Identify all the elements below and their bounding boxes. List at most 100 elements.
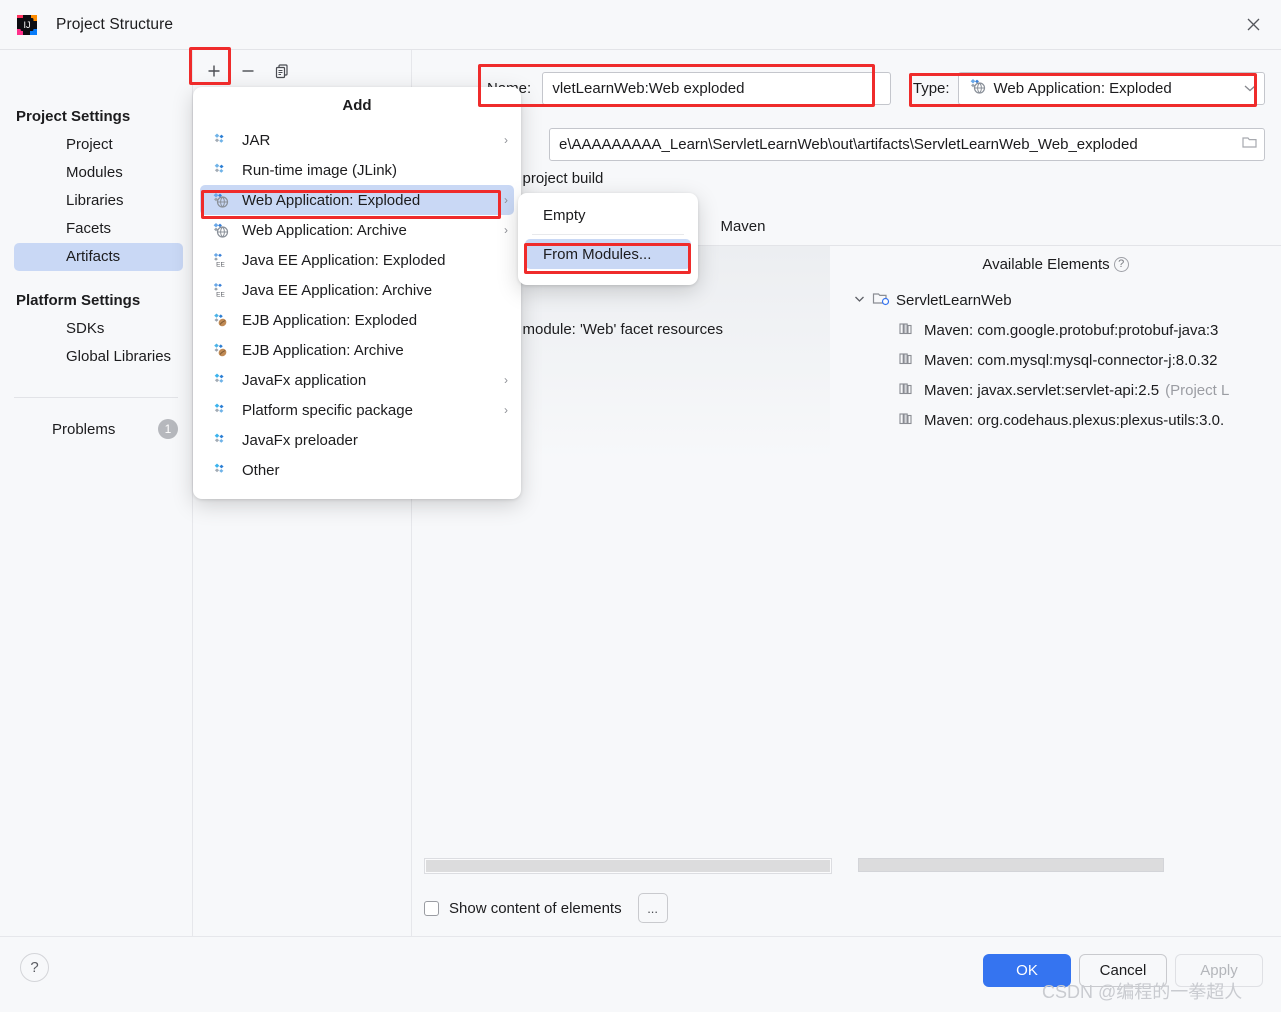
other-artifact-icon bbox=[212, 462, 234, 478]
svg-text:EE: EE bbox=[216, 292, 225, 299]
minus-icon[interactable] bbox=[231, 55, 265, 87]
available-elements-tree: ServletLearnWeb Maven: com.google.protob… bbox=[830, 273, 1281, 435]
menu-item-label: JAR bbox=[242, 131, 271, 149]
sidebar-item-artifacts[interactable]: Artifacts bbox=[14, 243, 183, 271]
folder-icon[interactable] bbox=[1241, 134, 1258, 154]
sidebar-item-project[interactable]: Project bbox=[14, 131, 183, 159]
menu-item-javafx-application[interactable]: JavaFx application › bbox=[200, 365, 514, 395]
plus-icon[interactable] bbox=[197, 55, 231, 87]
close-icon[interactable] bbox=[1225, 0, 1281, 48]
javafx-preloader-icon bbox=[212, 432, 234, 448]
menu-item-label: JavaFx application bbox=[242, 371, 367, 389]
tree-row[interactable]: Maven: org.codehaus.plexus:plexus-utils:… bbox=[830, 405, 1281, 435]
sidebar-item-libraries[interactable]: Libraries bbox=[14, 187, 183, 215]
artifact-name-input[interactable]: vletLearnWeb:Web exploded bbox=[542, 71, 891, 105]
chevron-right-icon: › bbox=[504, 133, 508, 147]
tab-maven[interactable]: Maven bbox=[720, 208, 765, 245]
output-directory-input[interactable]: е\AAAAAAAAA_Learn\ServletLearnWeb\out\ar… bbox=[549, 127, 1265, 161]
tree-node-label: Maven: javax.servlet:servlet-api:2.5 bbox=[924, 381, 1160, 399]
submenu-item-from-modules[interactable]: From Modules... bbox=[525, 239, 691, 269]
output-directory-row: tory: е\AAAAAAAAA_Learn\ServletLearnWeb\… bbox=[487, 126, 1265, 162]
artifact-type-value: Web Application: Exploded bbox=[993, 79, 1172, 97]
tree-row[interactable]: Maven: javax.servlet:servlet-api:2.5 (Pr… bbox=[830, 375, 1281, 405]
artifact-detail-panel: Name: vletLearnWeb:Web exploded Type: We… bbox=[411, 50, 1281, 936]
menu-item-ejb-application-exploded[interactable]: EJB Application: Exploded bbox=[200, 305, 514, 335]
chevron-right-icon: › bbox=[504, 193, 508, 207]
menu-item-javafx-preloader[interactable]: JavaFx preloader bbox=[200, 425, 514, 455]
menu-item-runtime-image-jlink[interactable]: Run-time image (JLink) bbox=[200, 155, 514, 185]
artifact-type-combobox[interactable]: Web Application: Exploded bbox=[957, 71, 1265, 105]
sidebar-divider bbox=[14, 397, 178, 398]
tree-row[interactable]: Maven: com.mysql:mysql-connector-j:8.0.3… bbox=[830, 345, 1281, 375]
menu-item-jar[interactable]: JAR › bbox=[200, 125, 514, 155]
jlink-artifact-icon bbox=[212, 162, 234, 178]
copy-icon[interactable] bbox=[265, 55, 299, 87]
title-bar: IJ Project Structure bbox=[0, 0, 1281, 50]
add-artifact-menu: Add JAR › Run-time image (JLink) Web App… bbox=[193, 87, 521, 499]
show-content-of-elements-checkbox-row[interactable]: Show content of elements bbox=[424, 900, 622, 917]
page-title: Project Structure bbox=[56, 15, 174, 33]
show-content-of-elements-label: Show content of elements bbox=[449, 899, 622, 917]
javafx-artifact-icon bbox=[212, 372, 234, 388]
question-circle-icon[interactable]: ? bbox=[1113, 257, 1129, 272]
more-options-button[interactable]: ... bbox=[637, 893, 668, 923]
submenu-item-label: From Modules... bbox=[543, 245, 652, 263]
javaee-exploded-icon: EE bbox=[212, 252, 234, 269]
sidebar-header-platform-settings: Platform Settings bbox=[16, 292, 141, 309]
tree-row[interactable]: Maven: com.google.protobuf:protobuf-java… bbox=[830, 315, 1281, 345]
available-elements-title-row: Available Elements ? bbox=[830, 246, 1281, 273]
web-archive-icon bbox=[212, 222, 234, 238]
library-icon bbox=[898, 411, 920, 429]
sidebar-header-project-settings: Project Settings bbox=[16, 108, 131, 125]
menu-item-java-ee-application-archive[interactable]: EE Java EE Application: Archive bbox=[200, 275, 514, 305]
submenu-item-empty[interactable]: Empty bbox=[525, 200, 691, 230]
question-circle-icon[interactable]: ? bbox=[20, 953, 49, 982]
settings-sidebar: Project Settings Project Modules Librari… bbox=[0, 50, 193, 936]
javaee-archive-icon: EE bbox=[212, 282, 234, 299]
chevron-right-icon: › bbox=[504, 403, 508, 417]
module-folder-icon bbox=[872, 291, 892, 309]
menu-item-ejb-application-archive[interactable]: EJB Application: Archive bbox=[200, 335, 514, 365]
sidebar-item-problems-label: Problems bbox=[52, 420, 116, 438]
project-structure-dialog: IJ Project Structure Project Settings Pr… bbox=[0, 0, 1281, 1012]
sidebar-item-sdks[interactable]: SDKs bbox=[14, 315, 183, 343]
add-menu-title: Add bbox=[342, 97, 372, 114]
problems-count-badge: 1 bbox=[158, 419, 178, 439]
menu-item-java-ee-application-exploded[interactable]: EE Java EE Application: Exploded bbox=[200, 245, 514, 275]
artifact-name-row: Name: vletLearnWeb:Web exploded Type: We… bbox=[487, 70, 1265, 106]
library-icon bbox=[898, 321, 920, 339]
intellij-idea-icon: IJ bbox=[16, 14, 38, 36]
jar-artifact-icon bbox=[212, 132, 234, 148]
menu-item-other[interactable]: Other bbox=[200, 455, 514, 485]
sidebar-item-problems[interactable]: Problems 1 bbox=[0, 415, 192, 443]
chevron-down-icon bbox=[1244, 81, 1256, 95]
output-layout-hscrollbar[interactable] bbox=[424, 858, 832, 874]
library-icon bbox=[898, 381, 920, 399]
submenu-item-label: Empty bbox=[543, 206, 586, 224]
web-exploded-submenu: Empty From Modules... bbox=[518, 193, 698, 285]
menu-item-label: EJB Application: Exploded bbox=[242, 311, 418, 329]
library-icon bbox=[898, 351, 920, 369]
pane-options-bar: Show content of elements ... bbox=[412, 880, 1281, 936]
chevron-right-icon: › bbox=[504, 223, 508, 237]
show-content-of-elements-checkbox[interactable] bbox=[424, 900, 439, 916]
tree-node-note: (Project L bbox=[1165, 381, 1230, 399]
menu-item-web-application-archive[interactable]: Web Application: Archive › bbox=[200, 215, 514, 245]
chevron-right-icon: › bbox=[504, 373, 508, 387]
ejb-archive-icon bbox=[212, 342, 234, 358]
ejb-exploded-icon bbox=[212, 312, 234, 328]
menu-item-platform-specific-package[interactable]: Platform specific package › bbox=[200, 395, 514, 425]
web-application-exploded-icon bbox=[969, 78, 986, 98]
available-elements-hscrollbar[interactable] bbox=[858, 858, 1164, 874]
tree-node-label: Maven: com.google.protobuf:protobuf-java… bbox=[924, 321, 1219, 339]
menu-item-web-application-exploded[interactable]: Web Application: Exploded › bbox=[200, 185, 514, 215]
menu-item-label: Other bbox=[242, 461, 280, 479]
sidebar-item-modules[interactable]: Modules bbox=[14, 159, 183, 187]
tree-row-servletlearnweb[interactable]: ServletLearnWeb bbox=[830, 285, 1281, 315]
platform-package-icon bbox=[212, 402, 234, 418]
sidebar-item-global-libraries[interactable]: Global Libraries bbox=[14, 343, 183, 371]
chevron-down-icon[interactable] bbox=[854, 294, 868, 306]
sidebar-item-facets[interactable]: Facets bbox=[14, 215, 183, 243]
submenu-divider bbox=[532, 234, 684, 235]
svg-text:IJ: IJ bbox=[23, 20, 30, 30]
